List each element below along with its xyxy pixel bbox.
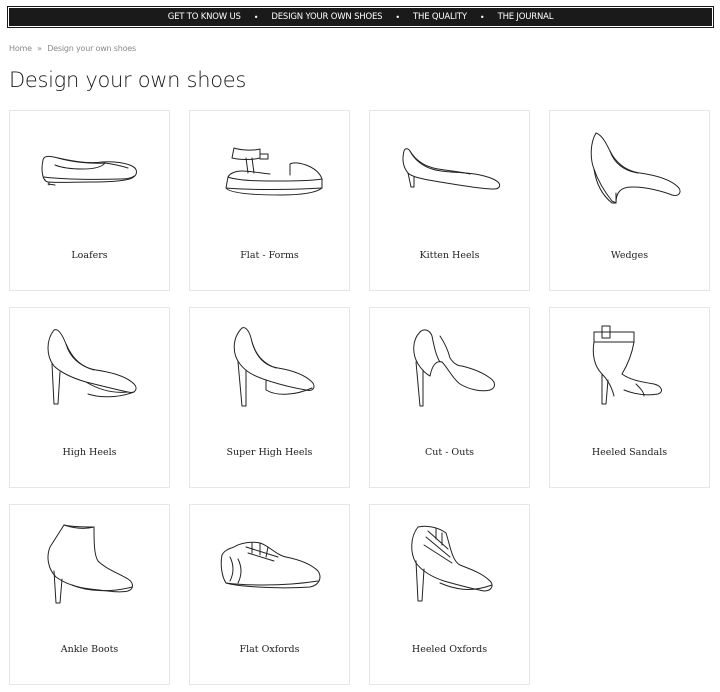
product-label: Kitten Heels	[419, 250, 480, 261]
product-label: Heeled Sandals	[591, 447, 668, 458]
product-label: Wedges	[610, 250, 649, 261]
product-label: Cut - Outs	[424, 447, 475, 458]
nav-separator: •	[253, 12, 259, 22]
wedge-icon	[590, 132, 681, 204]
nav-the-quality[interactable]: THE QUALITY	[413, 12, 467, 22]
flatform-icon	[225, 147, 323, 196]
nav-design-your-own-shoes[interactable]: DESIGN YOUR OWN SHOES	[271, 12, 382, 22]
product-label: Super High Heels	[226, 447, 313, 458]
breadcrumb: Home » Design your own shoes	[9, 44, 136, 53]
product-card-wedges[interactable]: Wedges	[549, 110, 710, 291]
breadcrumb-home-link[interactable]: Home	[9, 44, 32, 53]
ankle-boot-icon	[47, 524, 133, 604]
shoe-style-grid: Loafers Flat - Forms Kitten Heels Wedges…	[9, 110, 712, 685]
product-card-cut-outs[interactable]: Cut - Outs	[369, 307, 530, 488]
product-label: Heeled Oxfords	[411, 644, 488, 655]
product-card-ankle-boots[interactable]: Ankle Boots	[9, 504, 170, 685]
high-heel-icon	[47, 329, 137, 405]
product-card-kitten-heels[interactable]: Kitten Heels	[369, 110, 530, 291]
product-label: Flat Oxfords	[239, 644, 300, 655]
top-navigation-bar: GET TO KNOW US • DESIGN YOUR OWN SHOES •…	[7, 6, 714, 28]
nav-separator: •	[479, 12, 485, 22]
nav-get-to-know-us[interactable]: GET TO KNOW US	[168, 12, 241, 22]
main-nav: GET TO KNOW US • DESIGN YOUR OWN SHOES •…	[168, 12, 554, 22]
product-card-high-heels[interactable]: High Heels	[9, 307, 170, 488]
product-label: High Heels	[62, 447, 117, 458]
loafer-icon	[41, 155, 137, 186]
super-high-heel-icon	[233, 327, 315, 407]
nav-separator: •	[395, 12, 401, 22]
heeled-oxford-icon	[411, 525, 493, 602]
kitten-heel-icon	[402, 148, 501, 190]
product-label: Flat - Forms	[240, 250, 299, 261]
product-card-heeled-sandals[interactable]: Heeled Sandals	[549, 307, 710, 488]
nav-the-journal[interactable]: THE JOURNAL	[498, 12, 554, 22]
flat-oxford-icon	[220, 541, 321, 589]
product-label: Loafers	[71, 250, 108, 261]
breadcrumb-separator: »	[37, 44, 42, 53]
page-title: Design your own shoes	[9, 68, 247, 92]
breadcrumb-current: Design your own shoes	[47, 44, 136, 53]
product-card-loafers[interactable]: Loafers	[9, 110, 170, 291]
product-label: Ankle Boots	[60, 644, 119, 655]
product-card-flat-forms[interactable]: Flat - Forms	[189, 110, 350, 291]
cut-out-icon	[413, 329, 495, 407]
heeled-sandal-icon	[592, 325, 662, 405]
product-card-heeled-oxfords[interactable]: Heeled Oxfords	[369, 504, 530, 685]
product-card-super-high-heels[interactable]: Super High Heels	[189, 307, 350, 488]
product-card-flat-oxfords[interactable]: Flat Oxfords	[189, 504, 350, 685]
